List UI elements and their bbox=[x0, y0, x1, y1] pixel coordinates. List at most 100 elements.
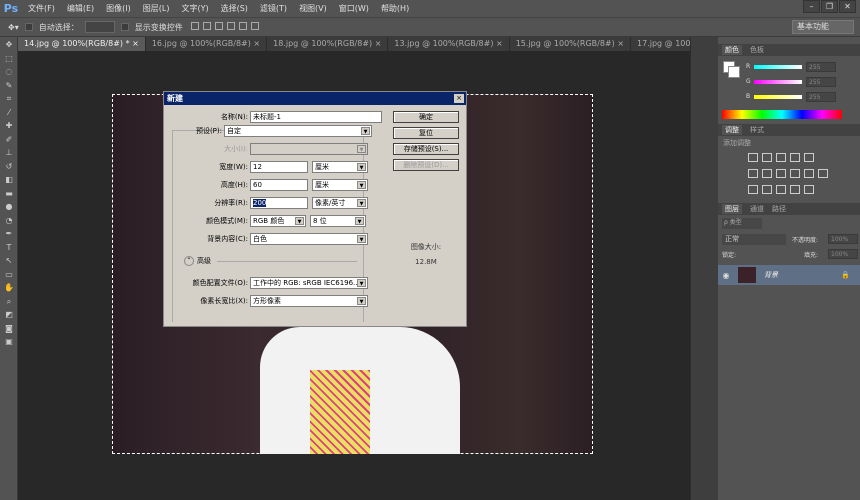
menu-filter[interactable]: 滤镜(T) bbox=[254, 3, 293, 14]
show-transform-checkbox[interactable] bbox=[120, 23, 129, 31]
color-profile-dropdown[interactable]: 工作中的 RGB: sRGB IEC6196... ▼ bbox=[250, 277, 368, 289]
healing-tool-icon[interactable]: ✚ bbox=[4, 121, 14, 131]
resolution-unit-dropdown[interactable]: 像素/英寸 ▼ bbox=[312, 197, 368, 209]
layer-filter-dropdown[interactable]: ρ 类型 bbox=[722, 218, 762, 229]
align-right-icon[interactable] bbox=[250, 22, 259, 30]
height-input[interactable]: 60 bbox=[250, 179, 308, 191]
zoom-tool-icon[interactable]: ⌕ bbox=[4, 297, 14, 307]
b-slider[interactable] bbox=[754, 94, 802, 99]
lasso-tool-icon[interactable]: ◌ bbox=[4, 67, 14, 77]
layer-row-background[interactable]: ◉ 背景 🔒 bbox=[718, 265, 860, 285]
g-slider[interactable] bbox=[754, 79, 802, 84]
pen-tool-icon[interactable]: ✒ bbox=[4, 229, 14, 239]
color-balance-icon[interactable] bbox=[762, 169, 772, 178]
tab-paths[interactable]: 路径 bbox=[772, 204, 786, 214]
align-bottom-icon[interactable] bbox=[214, 22, 223, 30]
menu-select[interactable]: 选择(S) bbox=[215, 3, 254, 14]
background-dropdown[interactable]: 白色 ▼ bbox=[250, 233, 368, 245]
exposure-icon[interactable] bbox=[790, 153, 800, 162]
close-button[interactable]: ✕ bbox=[839, 0, 856, 13]
quick-mask-icon[interactable]: ◙ bbox=[4, 324, 14, 334]
eyedropper-tool-icon[interactable]: ⁄ bbox=[4, 108, 14, 118]
invert-icon[interactable] bbox=[748, 185, 758, 194]
fill-input[interactable]: 100% bbox=[828, 249, 858, 259]
close-icon[interactable]: × bbox=[496, 39, 503, 48]
opacity-input[interactable]: 100% bbox=[828, 234, 858, 244]
workspace-dropdown[interactable]: 基本功能 bbox=[792, 20, 854, 34]
marquee-tool-icon[interactable]: ⬚ bbox=[4, 54, 14, 64]
dodge-tool-icon[interactable]: ◔ bbox=[4, 216, 14, 226]
align-left-icon[interactable] bbox=[226, 22, 235, 30]
brightness-icon[interactable] bbox=[748, 153, 758, 162]
reset-button[interactable]: 复位 bbox=[393, 127, 459, 139]
collapse-advanced-icon[interactable]: ⌃ bbox=[184, 256, 194, 266]
move-tool-icon[interactable]: ✥▾ bbox=[8, 23, 19, 32]
screen-mode-icon[interactable]: ▣ bbox=[4, 337, 14, 347]
restore-button[interactable]: ❐ bbox=[821, 0, 838, 13]
menu-layer[interactable]: 图层(L) bbox=[137, 3, 176, 14]
menu-help[interactable]: 帮助(H) bbox=[375, 3, 415, 14]
tab-15[interactable]: 15.jpg @ 100%(RGB/8#) × bbox=[510, 37, 632, 51]
close-icon[interactable]: × bbox=[253, 39, 260, 48]
history-brush-icon[interactable]: ↺ bbox=[4, 162, 14, 172]
quick-select-tool-icon[interactable]: ✎ bbox=[4, 81, 14, 91]
auto-select-checkbox[interactable] bbox=[24, 23, 33, 31]
align-vcenter-icon[interactable] bbox=[202, 22, 211, 30]
tab-color[interactable]: 颜色 bbox=[722, 45, 742, 55]
pixel-aspect-dropdown[interactable]: 方形像素 ▼ bbox=[250, 295, 368, 307]
width-unit-dropdown[interactable]: 厘米 ▼ bbox=[312, 161, 368, 173]
threshold-icon[interactable] bbox=[776, 185, 786, 194]
menu-image[interactable]: 图像(I) bbox=[100, 3, 137, 14]
tab-16[interactable]: 16.jpg @ 100%(RGB/8#) × bbox=[146, 37, 268, 51]
color-mode-dropdown[interactable]: RGB 颜色 ▼ bbox=[250, 215, 306, 227]
r-value[interactable]: 255 bbox=[806, 61, 836, 72]
color-swatches-icon[interactable]: ◩ bbox=[4, 310, 14, 320]
tab-swatches[interactable]: 色板 bbox=[750, 45, 764, 55]
gradient-map-icon[interactable] bbox=[804, 185, 814, 194]
menu-file[interactable]: 文件(F) bbox=[22, 3, 61, 14]
tab-14[interactable]: 14.jpg @ 100%(RGB/8#) * × bbox=[18, 37, 146, 51]
stamp-tool-icon[interactable]: ⊥ bbox=[4, 148, 14, 158]
black-white-icon[interactable] bbox=[776, 169, 786, 178]
dialog-close-button[interactable]: × bbox=[454, 94, 464, 103]
blend-mode-dropdown[interactable]: 正常 bbox=[722, 234, 786, 245]
path-select-icon[interactable]: ↖ bbox=[4, 256, 14, 266]
shape-tool-icon[interactable]: ▭ bbox=[4, 270, 14, 280]
levels-icon[interactable] bbox=[762, 153, 772, 162]
align-top-icon[interactable] bbox=[190, 22, 199, 30]
close-icon[interactable]: × bbox=[617, 39, 624, 48]
tab-channels[interactable]: 通道 bbox=[750, 204, 764, 214]
minimize-button[interactable]: – bbox=[803, 0, 820, 13]
color-spectrum-ramp[interactable] bbox=[722, 110, 842, 119]
close-icon[interactable]: × bbox=[132, 39, 139, 48]
tab-styles[interactable]: 样式 bbox=[750, 125, 764, 135]
auto-select-dropdown[interactable] bbox=[84, 21, 115, 33]
photo-filter-icon[interactable] bbox=[790, 169, 800, 178]
bit-depth-dropdown[interactable]: 8 位 ▼ bbox=[310, 215, 366, 227]
preset-dropdown[interactable]: 自定 ▼ bbox=[224, 125, 372, 137]
tab-adjustments[interactable]: 调整 bbox=[722, 125, 742, 135]
hue-saturation-icon[interactable] bbox=[748, 169, 758, 178]
blur-tool-icon[interactable]: ● bbox=[4, 202, 14, 212]
width-input[interactable]: 12 bbox=[250, 161, 308, 173]
name-input[interactable]: 未标题-1 bbox=[250, 111, 382, 123]
g-value[interactable]: 255 bbox=[806, 76, 836, 87]
vibrance-icon[interactable] bbox=[804, 153, 814, 162]
background-color-swatch[interactable] bbox=[728, 66, 740, 78]
close-icon[interactable]: × bbox=[375, 39, 382, 48]
curves-icon[interactable] bbox=[776, 153, 786, 162]
eraser-tool-icon[interactable]: ◧ bbox=[4, 175, 14, 185]
visibility-eye-icon[interactable]: ◉ bbox=[718, 271, 734, 280]
channel-mixer-icon[interactable] bbox=[804, 169, 814, 178]
align-hcenter-icon[interactable] bbox=[238, 22, 247, 30]
b-value[interactable]: 255 bbox=[806, 91, 836, 102]
tab-13[interactable]: 13.jpg @ 100%(RGB/8#) × bbox=[388, 37, 510, 51]
menu-edit[interactable]: 编辑(E) bbox=[61, 3, 100, 14]
posterize-icon[interactable] bbox=[762, 185, 772, 194]
gradient-tool-icon[interactable]: ▬ bbox=[4, 189, 14, 199]
brush-tool-icon[interactable]: ✐ bbox=[4, 135, 14, 145]
height-unit-dropdown[interactable]: 厘米 ▼ bbox=[312, 179, 368, 191]
color-lookup-icon[interactable] bbox=[818, 169, 828, 178]
selective-color-icon[interactable] bbox=[790, 185, 800, 194]
move-tool-icon[interactable]: ✥ bbox=[4, 40, 14, 50]
